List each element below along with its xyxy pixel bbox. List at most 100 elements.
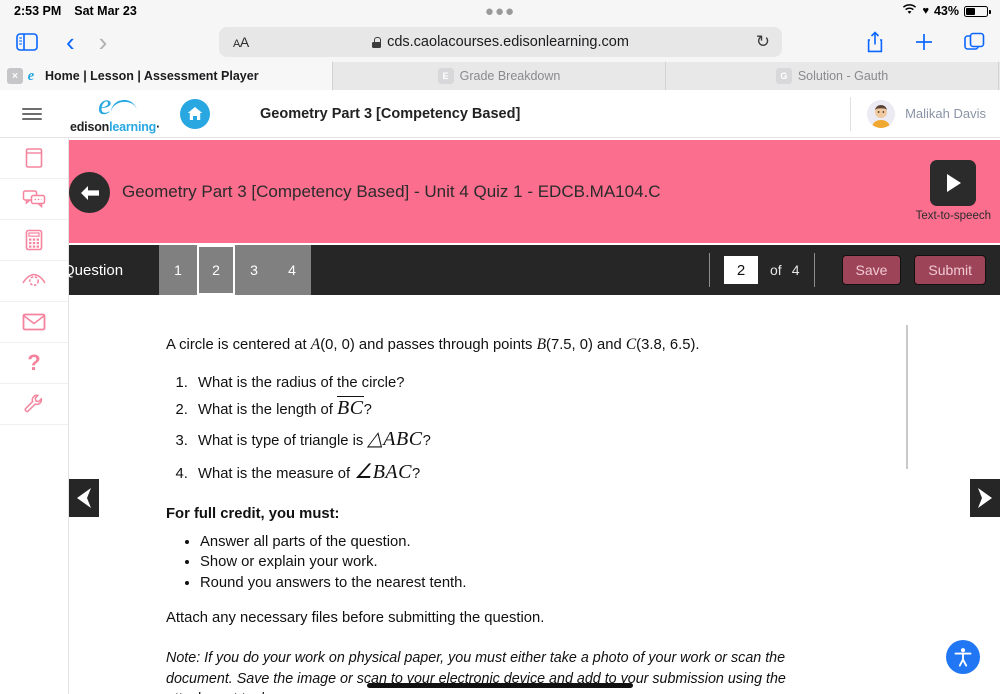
question-nav-actions: 2 of 4 Save Submit	[695, 253, 986, 287]
question-parts-list: What is the radius of the circle? What i…	[192, 372, 866, 488]
part-text-after: ?	[411, 465, 421, 482]
of-label: of	[770, 262, 782, 278]
wrench-icon[interactable]	[0, 384, 68, 425]
lock-icon	[372, 36, 382, 48]
browser-tab-title: Grade Breakdown	[459, 69, 561, 83]
text-to-speech-label: Text-to-speech	[915, 210, 991, 222]
assessment-banner: Geometry Part 3 [Competency Based] - Uni…	[69, 140, 1000, 243]
plus-icon[interactable]	[914, 32, 934, 52]
stem-c-coords: (3.8, 6.5).	[636, 337, 700, 353]
browser-tab-active[interactable]: × e Home | Lesson | Assessment Player	[0, 62, 333, 90]
part-text: What is the length of	[198, 402, 338, 419]
stem-pre: A circle is centered at	[166, 337, 311, 353]
brand-swirl-icon: e	[98, 87, 112, 121]
eye-icon[interactable]	[0, 261, 68, 302]
question-part-1: What is the radius of the circle?	[192, 372, 866, 396]
hamburger-menu-icon[interactable]	[22, 107, 42, 120]
question-part-4: What is the measure of ∠BAC?	[192, 456, 866, 488]
mail-icon[interactable]	[0, 302, 68, 343]
part-text: What is type of triangle is	[198, 433, 368, 450]
browser-tab-solution-gauth[interactable]: G Solution - Gauth	[666, 62, 999, 90]
brand-second: learning	[109, 119, 157, 134]
current-question-input[interactable]: 2	[724, 256, 759, 284]
previous-question-button[interactable]	[69, 479, 99, 517]
browser-tab-title: Solution - Gauth	[797, 69, 889, 83]
brand-wordmark: edisonlearning·	[70, 120, 160, 134]
favicon-e-icon: E	[437, 68, 454, 84]
status-left: 2:53 PM Sat Mar 23	[14, 4, 137, 18]
address-bar[interactable]: AAAA cds.caolacourses.edisonlearning.com…	[219, 27, 782, 57]
text-size-button[interactable]: AAAA	[233, 34, 249, 50]
part-text-after: ?	[363, 402, 372, 419]
browser-toolbar: ‹ › AAAA cds.caolacourses.edisonlearning…	[0, 22, 1000, 62]
point-c-label: C	[625, 336, 637, 353]
scrollbar[interactable]	[906, 325, 908, 469]
banner-title: Geometry Part 3 [Competency Based] - Uni…	[122, 182, 661, 201]
question-number-3[interactable]: 3	[235, 245, 273, 295]
triangle-abc-math: △ABC	[367, 428, 423, 451]
tabs-overview-icon[interactable]	[964, 32, 986, 52]
ios-status-bar: 2:53 PM Sat Mar 23 ●●● ♥ 43%	[0, 0, 1000, 22]
url-display[interactable]: cds.caolacourses.edisonlearning.com	[219, 34, 782, 50]
close-icon[interactable]: ×	[7, 68, 23, 84]
full-credit-list: Answer all parts of the question. Show o…	[200, 532, 866, 593]
question-nav-bar: Question 1 2 3 4 2 of 4 Save Submit	[63, 245, 1000, 295]
tool-rail: ?	[0, 138, 69, 694]
save-button[interactable]: Save	[841, 255, 902, 285]
app-header: e edisonlearning· Geometry Part 3 [Compe…	[0, 89, 1000, 138]
favicon-edison-icon: e	[27, 67, 35, 84]
browser-tab-grade-breakdown[interactable]: E Grade Breakdown	[333, 62, 666, 90]
battery-percent: 43%	[933, 4, 959, 18]
divider	[709, 253, 711, 287]
question-stem: A circle is centered at A(0, 0) and pass…	[166, 333, 866, 356]
chat-icon[interactable]	[0, 179, 68, 220]
attach-instruction: Attach any necessary files before submit…	[166, 610, 545, 627]
angle-bac-math: ∠BAC	[354, 460, 412, 483]
arrow-left-icon[interactable]	[69, 172, 110, 213]
text-to-speech-control[interactable]: Text-to-speech	[916, 160, 991, 222]
dynamic-island-dots: ●●●	[484, 2, 516, 20]
question-body: A circle is centered at A(0, 0) and pass…	[166, 333, 866, 694]
full-credit-heading: For full credit, you must:	[166, 505, 340, 522]
divider	[813, 253, 815, 287]
question-number-list: 1 2 3 4	[159, 245, 311, 295]
question-number-4[interactable]: 4	[273, 245, 311, 295]
user-menu[interactable]: Malikah Davis	[850, 96, 986, 131]
share-icon[interactable]	[866, 31, 884, 53]
help-icon[interactable]: ?	[0, 343, 68, 384]
point-b-label: B	[536, 336, 547, 353]
segment-bc-math: BC	[337, 396, 364, 420]
submit-button[interactable]: Submit	[914, 255, 986, 285]
play-icon[interactable]	[930, 160, 977, 206]
stem-a-coords: (0, 0) and passes through points	[320, 337, 537, 353]
avatar	[867, 99, 896, 128]
forward-button[interactable]: ›	[99, 29, 108, 55]
calculator-icon[interactable]	[0, 220, 68, 261]
sidebar-icon[interactable]	[16, 33, 38, 51]
back-button[interactable]: ‹	[66, 29, 75, 55]
home-icon[interactable]	[180, 98, 210, 129]
question-number-1[interactable]: 1	[159, 245, 197, 295]
page-title: Geometry Part 3 [Competency Based]	[260, 105, 521, 122]
accessibility-icon[interactable]	[946, 640, 980, 674]
part-text: What is the radius of the circle?	[198, 375, 405, 392]
notebook-icon[interactable]	[0, 138, 68, 179]
wifi-icon	[902, 4, 917, 18]
favicon-g-icon: G	[775, 68, 792, 84]
battery-icon	[964, 5, 991, 17]
question-part-2: What is the length of BC?	[192, 396, 866, 423]
next-question-button[interactable]	[970, 479, 1000, 517]
screen: 2:53 PM Sat Mar 23 ●●● ♥ 43% ‹ › AAAA cd…	[0, 0, 1000, 694]
url-text: cds.caolacourses.edisonlearning.com	[387, 34, 629, 50]
question-number-2[interactable]: 2	[197, 245, 235, 295]
part-text: What is the measure of	[198, 465, 355, 482]
edisonlearning-logo: e edisonlearning·	[70, 89, 166, 134]
total-questions: 4	[791, 262, 800, 278]
brand-mark: ·	[156, 119, 161, 134]
credit-item: Round you answers to the nearest tenth.	[200, 573, 866, 593]
user-name: Malikah Davis	[905, 106, 986, 121]
home-indicator	[367, 683, 633, 688]
part-text-after: ?	[422, 433, 431, 450]
toolbar-right-actions	[866, 31, 986, 53]
reload-icon[interactable]: ↻	[756, 32, 770, 52]
